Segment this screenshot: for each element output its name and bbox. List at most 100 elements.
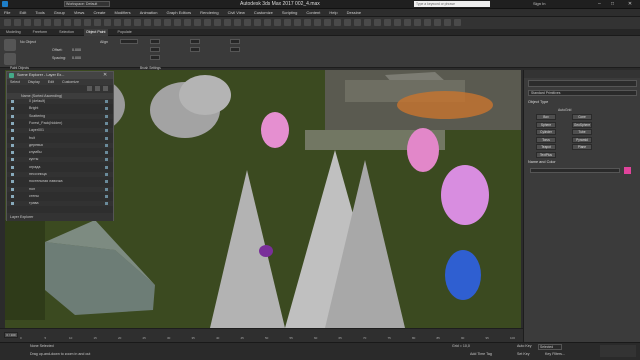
rotate-spinner[interactable] [190,39,200,44]
primitive-button-torus[interactable]: Torus [536,136,556,143]
ribbon-tab-2[interactable]: Selection [57,29,76,36]
toolbar-tool-icon[interactable] [244,19,251,26]
toolbar-tool-icon[interactable] [184,19,191,26]
scene-explorer-menu-2[interactable]: Edit [48,80,54,84]
toolbar-tool-icon[interactable] [154,19,161,26]
visibility-eye-icon[interactable] [11,165,14,169]
visibility-eye-icon[interactable] [11,121,14,125]
visibility-eye-icon[interactable] [11,129,14,133]
layer-row[interactable]: кусты [7,157,113,163]
toolbar-tool-icon[interactable] [314,19,321,26]
primitive-button-teapot[interactable]: Teapot [536,144,556,150]
object-type-rollout[interactable]: Object Type [528,100,637,106]
visibility-eye-icon[interactable] [11,173,14,176]
toolbar-tool-icon[interactable] [214,19,221,26]
layer-row[interactable]: клумбы [7,150,113,155]
selected-dropdown[interactable]: Selected [538,344,562,350]
toolbar-tool-icon[interactable] [4,19,11,26]
ribbon-tab-1[interactable]: Freeform [31,29,50,36]
options-icon[interactable] [103,86,108,91]
freeze-icon[interactable] [105,107,108,111]
visibility-eye-icon[interactable] [11,143,14,147]
name-and-color-rollout[interactable]: Name and Color [528,160,637,166]
visibility-eye-icon[interactable] [11,107,14,111]
visibility-eye-icon[interactable] [11,136,14,140]
menu-item-1[interactable]: Edit [19,9,26,17]
object-name-field[interactable] [530,168,620,173]
toolbar-tool-icon[interactable] [294,19,301,26]
x-spinner[interactable] [150,39,160,44]
menu-item-0[interactable]: File [4,9,10,17]
toolbar-tool-icon[interactable] [224,19,231,26]
toolbar-tool-icon[interactable] [34,19,41,26]
visibility-eye-icon[interactable] [11,100,14,103]
timeline[interactable]: 0 / 100 0 5 10 15 20 25 30 35 40 45 50 55 60 65 70 75 80… [0,328,523,342]
layer-explorer-footer[interactable]: Layer Explorer [7,213,113,221]
toolbar-tool-icon[interactable] [394,19,401,26]
primitive-button-sphere[interactable]: Sphere [536,121,556,128]
toolbar-tool-icon[interactable] [44,19,51,26]
toolbar-tool-icon[interactable] [54,19,61,26]
toolbar-tool-icon[interactable] [414,19,421,26]
scene-explorer-window[interactable]: Scene Explorer - Layer Ex... ✕ Select Dis… [6,71,114,221]
toolbar-tool-icon[interactable] [84,19,91,26]
primitive-button-plane[interactable]: Plane [572,144,592,150]
layer-row[interactable]: Scattering [7,113,113,119]
ribbon-tab-3[interactable]: Object Paint [83,29,108,36]
toolbar-tool-icon[interactable] [264,19,271,26]
visibility-eye-icon[interactable] [11,180,14,184]
align-dropdown[interactable] [120,39,138,44]
ribbon-tab-4[interactable]: Populate [116,29,134,36]
add-time-tag-button[interactable]: Add Time Tag [470,352,492,356]
freeze-icon[interactable] [105,173,108,176]
toolbar-tool-icon[interactable] [254,19,261,26]
z-spinner[interactable] [150,55,160,60]
layer-row[interactable]: песочница [7,172,113,177]
toolbar-tool-icon[interactable] [344,19,351,26]
menu-item-11[interactable]: Customize [254,9,273,17]
toolbar-tool-icon[interactable] [404,19,411,26]
toolbar-tool-icon[interactable] [424,19,431,26]
freeze-icon[interactable] [105,136,108,140]
toolbar-tool-icon[interactable] [114,19,121,26]
offset-value[interactable]: 0.000 [72,48,81,52]
menu-item-5[interactable]: Create [93,9,105,17]
freeze-icon[interactable] [105,100,108,103]
menu-item-10[interactable]: Civil View [228,9,245,17]
menu-item-4[interactable]: Views [74,9,85,17]
paint-brush-icon[interactable] [4,39,16,51]
menu-item-2[interactable]: Tools [35,9,44,17]
layer-row[interactable]: постельная лавочка [7,179,113,184]
layer-row[interactable]: деревья [7,142,113,148]
toolbar-tool-icon[interactable] [164,19,171,26]
ribbon-tab-0[interactable]: Modeling [4,29,23,36]
set-key-button[interactable]: Set Key [517,352,530,356]
layer-row[interactable]: Layer001 [7,128,113,134]
menu-item-9[interactable]: Rendering [200,9,218,17]
toolbar-tool-icon[interactable] [454,19,461,26]
scale-x-spinner[interactable] [230,39,240,44]
layer-row[interactable]: ограда [7,165,113,170]
visibility-eye-icon[interactable] [11,194,14,198]
menu-item-13[interactable]: Content [306,9,320,17]
toolbar-tool-icon[interactable] [364,19,371,26]
layer-row[interactable]: fruit [7,136,113,141]
autogrid-checkbox[interactable]: AutoGrid [558,108,571,112]
search-input[interactable]: Type a keyword or phrase [414,1,490,7]
scene-explorer-menu-0[interactable]: Select [10,80,20,84]
primitive-button-textplus[interactable]: TextPlus [536,151,556,158]
toolbar-tool-icon[interactable] [444,19,451,26]
freeze-icon[interactable] [105,158,108,162]
toolbar-tool-icon[interactable] [354,19,361,26]
toolbar-tool-icon[interactable] [124,19,131,26]
scale-spinner[interactable] [190,47,200,52]
signin-link[interactable]: Sign In [533,1,545,6]
primitive-button-box[interactable]: Box [536,114,556,120]
freeze-icon[interactable] [105,180,108,184]
object-color-swatch[interactable] [624,167,631,174]
menu-item-6[interactable]: Modifiers [114,9,130,17]
freeze-icon[interactable] [105,151,108,155]
menu-item-7[interactable]: Animation [140,9,158,17]
layer-row[interactable]: 0 (default) [7,99,113,104]
toolbar-tool-icon[interactable] [134,19,141,26]
